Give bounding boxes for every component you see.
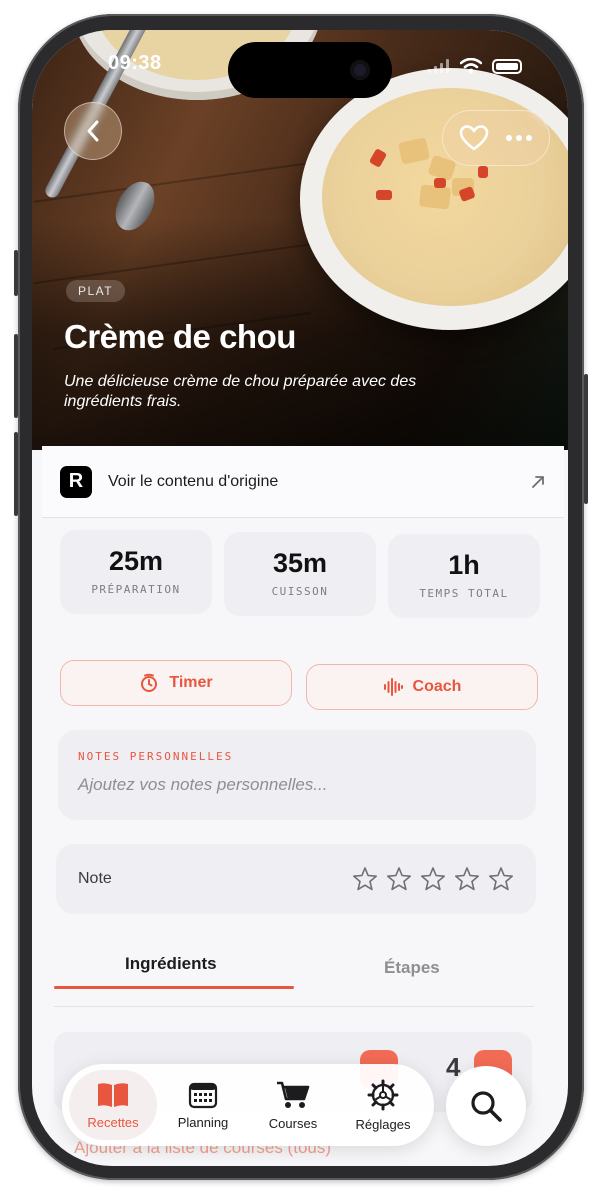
power-button xyxy=(584,374,588,504)
rating-label: Note xyxy=(78,870,112,887)
action-button xyxy=(14,250,18,296)
back-button[interactable] xyxy=(64,102,122,160)
cook-time-label: CUISSON xyxy=(271,585,329,598)
front-camera xyxy=(350,60,370,80)
recipe-title: Crème de chou xyxy=(64,318,296,355)
view-origin-link[interactable]: R Voir le contenu d'origine xyxy=(42,446,564,518)
tab-ingredients[interactable]: Ingrédients xyxy=(125,954,217,974)
book-icon xyxy=(98,1082,128,1107)
timer-label: Timer xyxy=(169,674,213,691)
status-icons xyxy=(428,58,522,74)
tab-divider xyxy=(54,1006,534,1007)
more-options-icon[interactable] xyxy=(505,134,533,142)
search-button[interactable] xyxy=(446,1066,526,1146)
favorite-heart-icon[interactable] xyxy=(459,124,489,152)
star-icon[interactable] xyxy=(454,866,480,892)
star-icon[interactable] xyxy=(386,866,412,892)
prep-time-label: PRÉPARATION xyxy=(91,583,181,596)
tabbar-label-reglages: Réglages xyxy=(355,1116,411,1132)
prep-time-card: 25m PRÉPARATION xyxy=(60,530,212,614)
view-origin-label: Voir le contenu d'origine xyxy=(108,472,279,490)
tab-steps[interactable]: Étapes xyxy=(384,958,440,978)
rating-row: Note xyxy=(56,844,536,914)
personal-notes-field[interactable]: NOTES PERSONNELLES Ajoutez vos notes per… xyxy=(58,730,536,820)
recipe-description: Une délicieuse crème de chou préparée av… xyxy=(64,373,417,410)
star-icon[interactable] xyxy=(488,866,514,892)
cook-time-card: 35m CUISSON xyxy=(224,532,376,616)
tabbar-item-reglages[interactable]: Réglages xyxy=(339,1070,427,1140)
battery-icon xyxy=(492,58,522,74)
screen: 09:38 PLAT Crème de chou Une délicieuse … xyxy=(32,30,568,1166)
search-icon xyxy=(471,1091,502,1122)
timer-button[interactable]: Timer xyxy=(60,660,292,706)
timer-icon xyxy=(141,673,158,692)
signal-icon xyxy=(428,59,449,73)
coach-button[interactable]: Coach xyxy=(306,664,538,710)
star-icon[interactable] xyxy=(352,866,378,892)
notes-label: NOTES PERSONNELLES xyxy=(78,750,234,763)
star-icon[interactable] xyxy=(420,866,446,892)
volume-down-button xyxy=(14,432,18,516)
volume-up-button xyxy=(14,334,18,418)
total-time-label: TEMPS TOTAL xyxy=(419,587,509,600)
tabbar-label-planning: Planning xyxy=(177,1114,229,1130)
cart-icon xyxy=(277,1081,310,1108)
status-time: 09:38 xyxy=(108,52,162,74)
notes-placeholder: Ajoutez vos notes personnelles... xyxy=(78,775,328,794)
wifi-icon xyxy=(460,58,482,74)
recipe-actions xyxy=(442,110,550,166)
bottom-tab-bar: Recettes Planning Courses Réglages xyxy=(62,1064,434,1146)
prep-time-value: 25m xyxy=(108,546,164,576)
source-logo: R xyxy=(60,465,92,498)
coach-label: Coach xyxy=(412,678,462,695)
calendar-icon xyxy=(188,1082,218,1108)
external-link-arrow-icon xyxy=(532,475,544,488)
tabbar-label-recettes: Recettes xyxy=(87,1114,139,1130)
star-rating xyxy=(352,866,514,892)
gear-icon xyxy=(367,1079,399,1110)
tabbar-item-planning[interactable]: Planning xyxy=(159,1070,247,1140)
chevron-left-icon xyxy=(87,120,99,142)
tabbar-item-recettes[interactable]: Recettes xyxy=(69,1070,157,1140)
active-tab-indicator xyxy=(54,986,294,989)
tabbar-label-courses: Courses xyxy=(268,1115,318,1131)
cook-time-value: 35m xyxy=(272,548,328,578)
total-time-value: 1h xyxy=(448,550,480,580)
tabbar-item-courses[interactable]: Courses xyxy=(249,1070,337,1140)
category-badge: PLAT xyxy=(66,280,126,302)
total-time-card: 1h TEMPS TOTAL xyxy=(388,534,540,618)
waveform-icon xyxy=(383,678,403,696)
